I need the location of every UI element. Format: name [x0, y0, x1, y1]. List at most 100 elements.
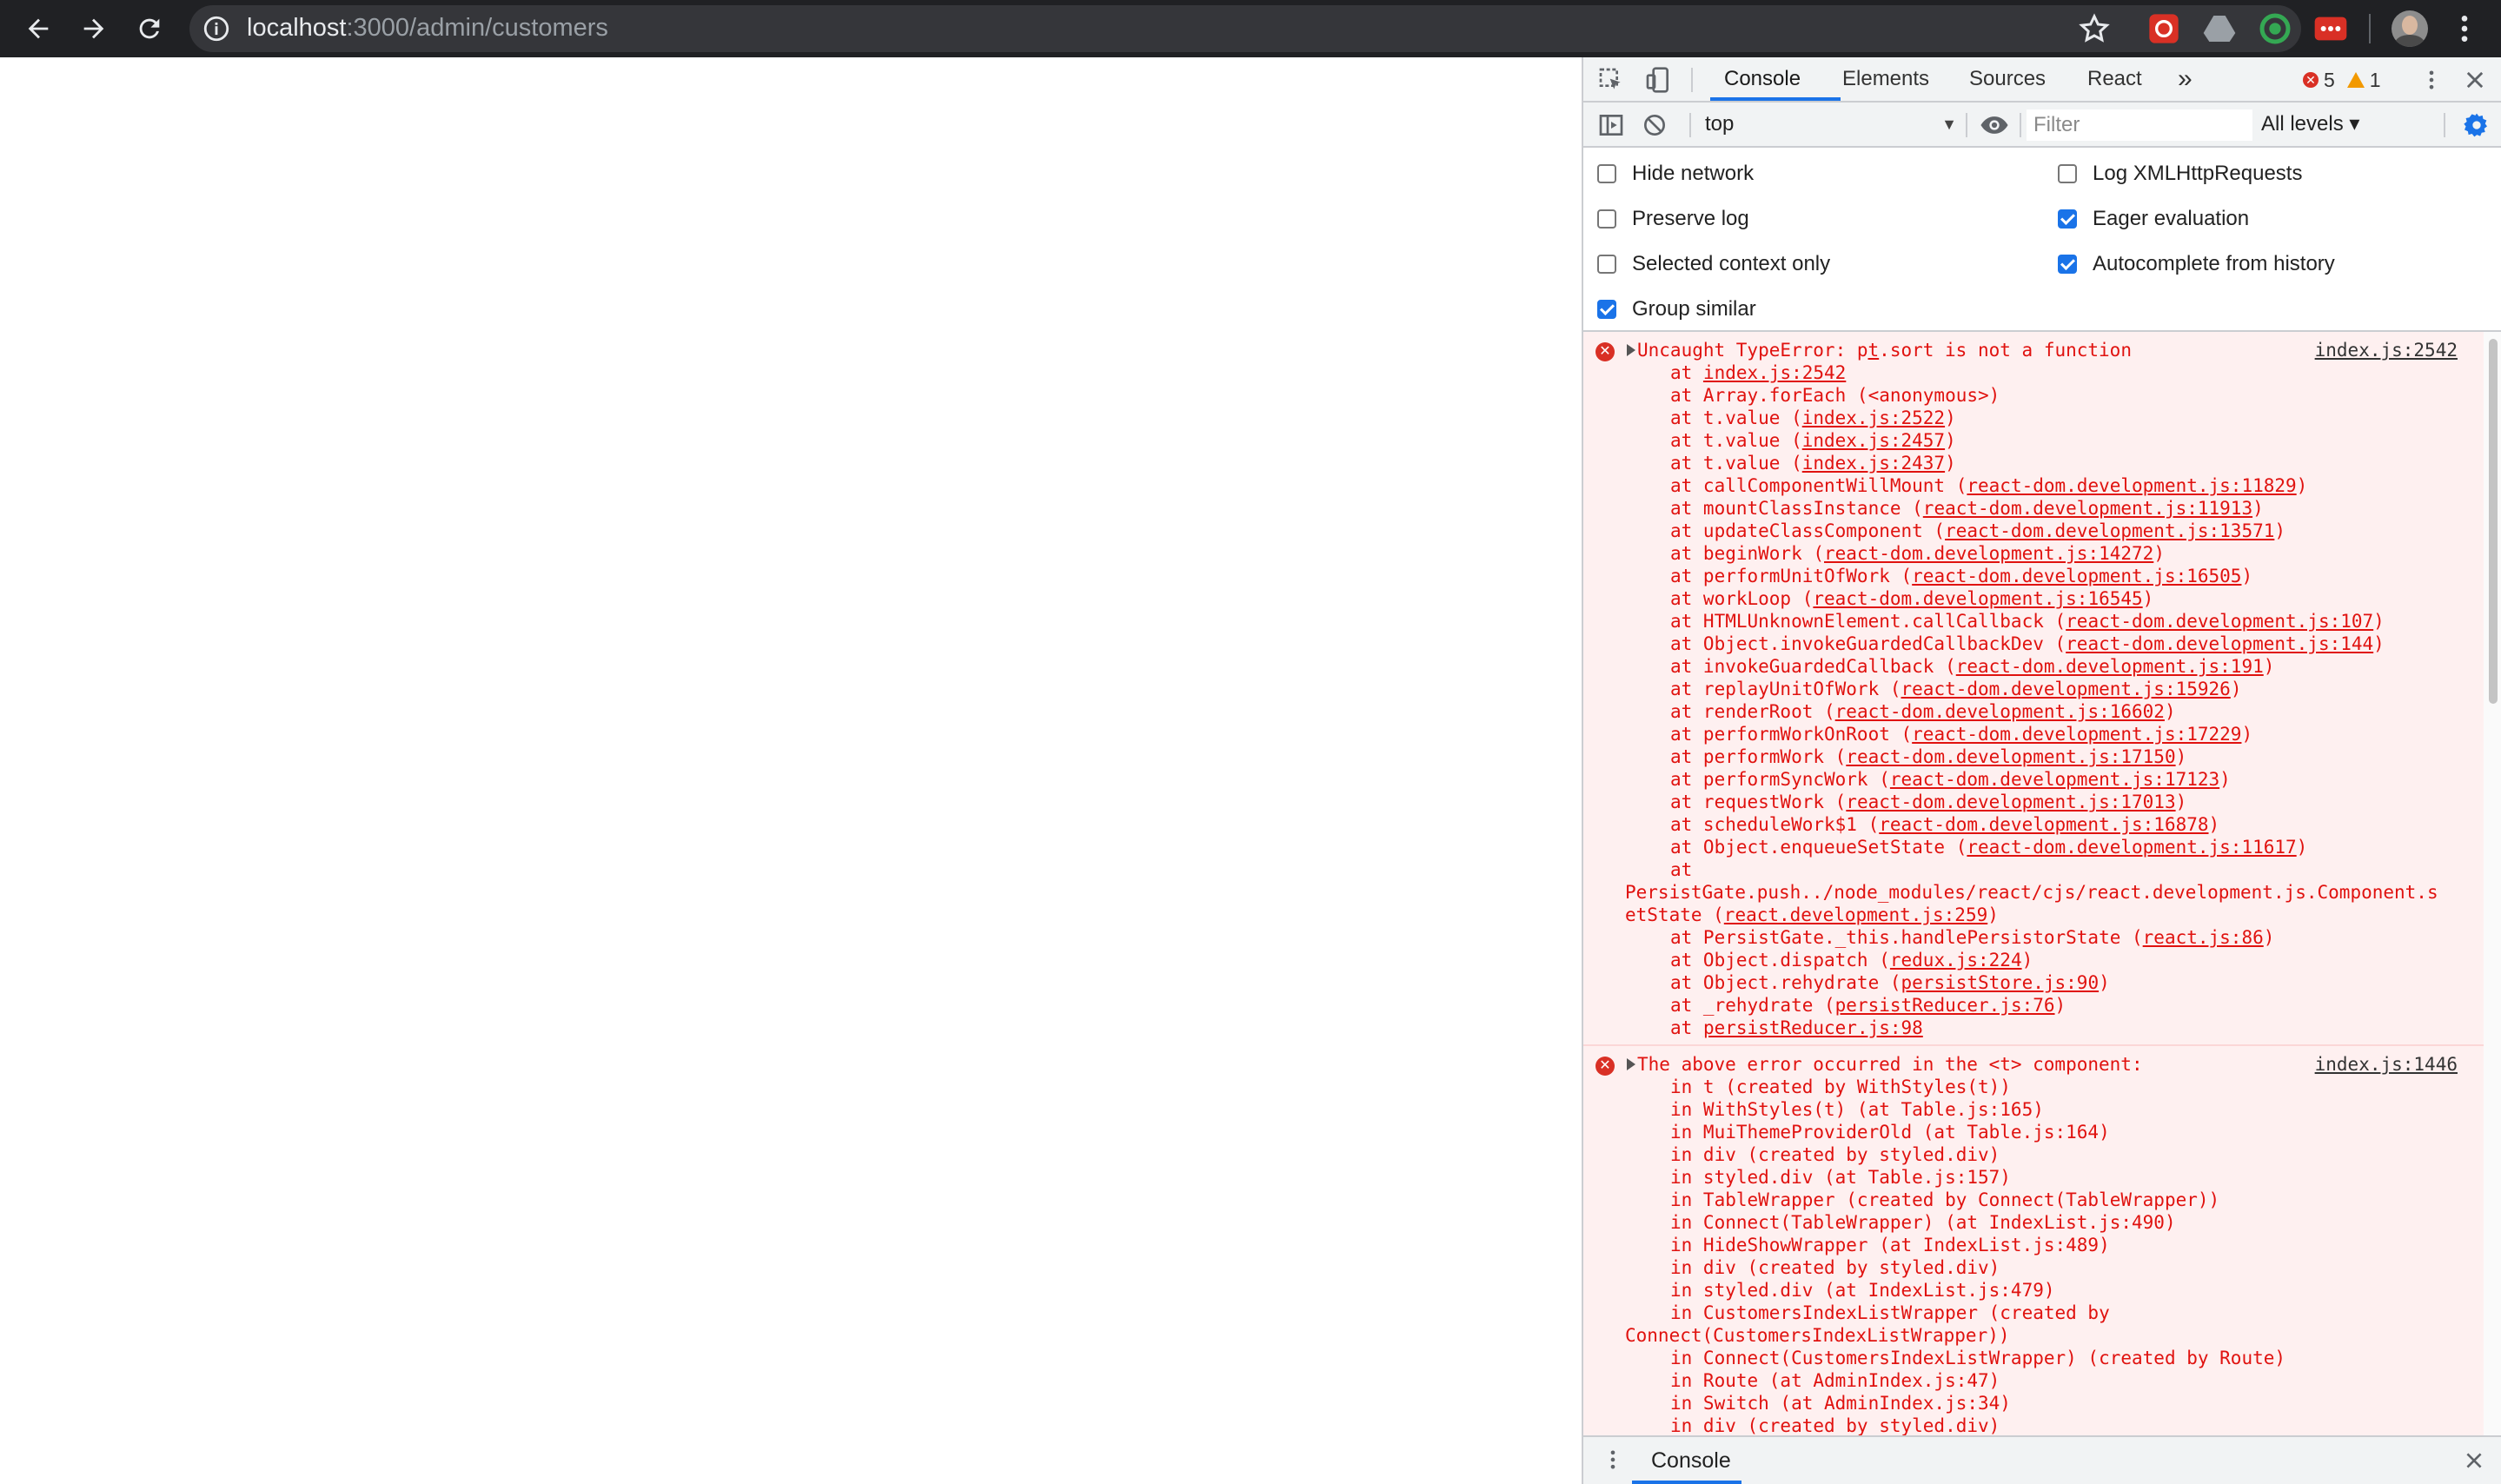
- bookmark-star-icon[interactable]: [2077, 11, 2112, 46]
- drawer-tab-console[interactable]: Console: [1635, 1437, 1747, 1484]
- stack-source-link[interactable]: react-dom.development.js:16505: [1912, 566, 2241, 586]
- stack-source-link[interactable]: index.js:2437: [1802, 453, 1945, 474]
- stack-source-link[interactable]: react-dom.development.js:107: [2066, 611, 2373, 632]
- close-drawer-icon[interactable]: [2463, 1449, 2485, 1472]
- avatar[interactable]: [2392, 10, 2428, 47]
- close-devtools-icon[interactable]: [2463, 68, 2487, 92]
- setting-group-similar[interactable]: Group similar: [1597, 290, 1756, 328]
- stack-source-link[interactable]: react-dom.development.js:11617: [1967, 837, 2296, 858]
- stack-source-link[interactable]: t: [1868, 340, 1880, 361]
- more-vert-icon[interactable]: [2447, 11, 2482, 46]
- stack-source-link[interactable]: persistReducer.js:98: [1703, 1017, 1923, 1038]
- setting-autocomplete-from-history[interactable]: Autocomplete from history: [2058, 245, 2335, 283]
- source-link[interactable]: index.js:1446: [2315, 1053, 2458, 1076]
- forward-button[interactable]: [73, 8, 115, 50]
- drawer-menu-icon[interactable]: [1601, 1448, 1625, 1472]
- inspect-element-icon[interactable]: [1597, 66, 1625, 94]
- info-icon[interactable]: [202, 14, 231, 43]
- stack-source-link[interactable]: react-dom.development.js:17013: [1846, 792, 2175, 812]
- live-expression-eye-icon[interactable]: [1980, 113, 2009, 137]
- stack-frame-line: in Connect(CustomersIndexListWrapper) (c…: [1670, 1348, 2286, 1368]
- stack-source-link[interactable]: react-dom.development.js:13571: [1945, 520, 2274, 541]
- password-manager-icon[interactable]: [2313, 11, 2348, 46]
- extension-red-icon[interactable]: [2146, 11, 2181, 46]
- stack-frame-line: in CustomersIndexListWrapper (created by: [1670, 1302, 2110, 1323]
- group-similar-checkbox[interactable]: [1597, 300, 1616, 319]
- drive-icon[interactable]: [2202, 11, 2237, 46]
- stack-frame-line: at Object.invokeGuardedCallbackDev (reac…: [1670, 633, 2385, 654]
- stack-source-link[interactable]: react-dom.development.js:11913: [1923, 498, 2252, 519]
- source-link[interactable]: index.js:2542: [2315, 339, 2458, 361]
- stack-source-link[interactable]: index.js:2542: [1703, 362, 1846, 383]
- stack-source-link[interactable]: index.js:2457: [1802, 430, 1945, 451]
- clear-console-icon[interactable]: [1641, 111, 1668, 139]
- stack-source-link[interactable]: persistStore.js:90: [1901, 972, 2100, 993]
- stack-source-link[interactable]: persistReducer.js:76: [1835, 995, 2055, 1016]
- stack-source-link[interactable]: react-dom.development.js:144: [2066, 633, 2373, 654]
- reload-button[interactable]: [129, 8, 170, 50]
- console-scrollbar-thumb[interactable]: [2489, 339, 2498, 704]
- stack-frame-line: at workLoop (react-dom.development.js:16…: [1670, 588, 2154, 609]
- browser-toolbar: localhost:3000/admin/customers: [0, 0, 2501, 57]
- expand-triangle-icon[interactable]: [1627, 1058, 1635, 1070]
- preserve-log-checkbox[interactable]: [1597, 209, 1616, 229]
- stack-frame-line: at performUnitOfWork (react-dom.developm…: [1670, 566, 2253, 586]
- setting-selected-context-only[interactable]: Selected context only: [1597, 245, 1830, 283]
- issues-counter[interactable]: ✕ 5 1: [2303, 68, 2381, 92]
- stack-frame-line: in MuiThemeProviderOld (at Table.js:164): [1670, 1122, 2110, 1143]
- stack-source-link[interactable]: index.js:2522: [1802, 407, 1945, 428]
- url-host: localhost: [247, 14, 347, 42]
- tab-console[interactable]: Console: [1724, 57, 1801, 101]
- stack-frame-line: at performSyncWork (react-dom.developmen…: [1670, 769, 2231, 790]
- console-error-message: ✕ index.js:2542 Uncaught TypeError: pt.s…: [1583, 332, 2484, 1046]
- stack-source-link[interactable]: redux.js:224: [1890, 950, 2022, 971]
- devtools-menu-icon[interactable]: [2419, 68, 2444, 92]
- stack-source-link[interactable]: react.development.js:259: [1724, 904, 1987, 925]
- autocomplete-from-history-checkbox[interactable]: [2058, 255, 2077, 274]
- devtools-panel: Console Elements Sources React » ✕ 5 1 t…: [1582, 57, 2501, 1484]
- stack-source-link[interactable]: react-dom.development.js:191: [1956, 656, 2264, 677]
- device-toolbar-icon[interactable]: [1644, 66, 1672, 94]
- stack-source-link[interactable]: react.js:86: [2143, 927, 2264, 948]
- stack-source-link[interactable]: react-dom.development.js:11829: [1967, 475, 2296, 496]
- tab-elements[interactable]: Elements: [1842, 57, 1929, 101]
- stack-frame-line: at Object.dispatch (redux.js:224): [1670, 950, 2033, 971]
- context-select[interactable]: top ▼: [1705, 108, 1957, 141]
- setting-label: Group similar: [1632, 297, 1756, 321]
- more-tabs-button[interactable]: »: [2178, 57, 2193, 101]
- tab-sources[interactable]: Sources: [1969, 57, 2046, 101]
- stack-source-link[interactable]: react-dom.development.js:14272: [1824, 543, 2153, 564]
- chevron-down-icon: ▼: [1941, 116, 1957, 133]
- extension-green-ring-icon[interactable]: [2258, 11, 2292, 46]
- log-xmlhttprequests-checkbox[interactable]: [2058, 164, 2077, 183]
- console-settings-gear-icon[interactable]: [2463, 111, 2491, 139]
- url-text[interactable]: localhost:3000/admin/customers: [247, 10, 608, 45]
- stack-frame-line: in HideShowWrapper (at IndexList.js:489): [1670, 1235, 2110, 1255]
- filter-input[interactable]: [2027, 109, 2252, 141]
- expand-triangle-icon[interactable]: [1627, 344, 1635, 356]
- stack-source-link[interactable]: react-dom.development.js:16545: [1813, 588, 2142, 609]
- back-button[interactable]: [17, 8, 59, 50]
- stack-source-link[interactable]: react-dom.development.js:16878: [1879, 814, 2208, 835]
- stack-source-link[interactable]: react-dom.development.js:16602: [1835, 701, 2165, 722]
- selected-context-only-checkbox[interactable]: [1597, 255, 1616, 274]
- setting-eager-evaluation[interactable]: Eager evaluation: [2058, 200, 2249, 238]
- setting-log-xmlhttprequests[interactable]: Log XMLHttpRequests: [2058, 155, 2302, 193]
- stack-source-link[interactable]: react-dom.development.js:17150: [1846, 746, 2175, 767]
- eager-evaluation-checkbox[interactable]: [2058, 209, 2077, 229]
- setting-hide-network[interactable]: Hide network: [1597, 155, 1754, 193]
- stack-frame-line: at beginWork (react-dom.development.js:1…: [1670, 543, 2165, 564]
- stack-frame-line: in div (created by styled.div): [1670, 1257, 2000, 1278]
- stack-source-link[interactable]: react-dom.development.js:17229: [1912, 724, 2241, 745]
- stack-frame-line: at updateClassComponent (react-dom.devel…: [1670, 520, 2286, 541]
- hide-network-checkbox[interactable]: [1597, 164, 1616, 183]
- stack-source-link[interactable]: react-dom.development.js:17123: [1890, 769, 2219, 790]
- stack-frame-line: in Route (at AdminIndex.js:47): [1670, 1370, 2000, 1391]
- stack-source-link[interactable]: react-dom.development.js:15926: [1901, 679, 2231, 699]
- console-settings-pane: Hide network Preserve log Selected conte…: [1583, 148, 2501, 332]
- setting-preserve-log[interactable]: Preserve log: [1597, 200, 1749, 238]
- show-sidebar-icon[interactable]: [1597, 111, 1625, 139]
- console-error-message: ✕ index.js:1446 The above error occurred…: [1583, 1046, 2484, 1435]
- tab-react[interactable]: React: [2087, 57, 2142, 101]
- log-levels-select[interactable]: All levels ▾: [2261, 108, 2359, 141]
